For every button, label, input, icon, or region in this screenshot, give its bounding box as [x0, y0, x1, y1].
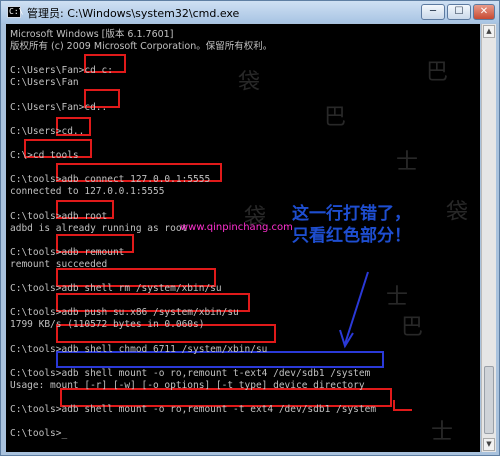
console-line: 1799 KB/s (110572 bytes in 0.060s) [10, 319, 205, 331]
console-output[interactable]: 袋 巴 士 袋 巴 士 袋 巴 士 Microsoft Windows [版本 … [6, 24, 480, 452]
scrollbar-thumb[interactable] [484, 366, 494, 434]
maximize-button[interactable]: ☐ [447, 4, 471, 20]
scroll-up-arrow-icon[interactable]: ▲ [483, 25, 495, 38]
watermark-url: www.qinpinchang.com [180, 222, 293, 233]
console-line: C:\tools>_ [10, 428, 68, 440]
console-line: remount succeeded [10, 258, 108, 270]
window-title: 管理员: C:\Windows\system32\cmd.exe [27, 7, 240, 20]
vertical-scrollbar[interactable]: ▲ ▼ [481, 24, 496, 452]
console-line: Usage: mount [-r] [-w] [-o options] [-t … [10, 379, 365, 391]
cmd-app-icon-text: C:\ [9, 7, 24, 16]
console-line: C:\tools>adb shell chmod 6711 /system/xb… [10, 343, 268, 355]
cmd-window: C:\ 管理员: C:\Windows\system32\cmd.exe ─ ☐… [0, 0, 500, 456]
console-line: C:\tools>adb shell mount -o ro,remount -… [10, 404, 377, 416]
minimize-button[interactable]: ─ [421, 4, 445, 20]
annotation-text-line1: 这一行打错了， [292, 204, 411, 224]
close-button[interactable]: ✕ [473, 4, 495, 20]
console-line: connected to 127.0.0.1:5555 [10, 186, 165, 198]
console-line: C:\>cd tools [10, 150, 79, 161]
console-line: adbd is already running as root [10, 222, 188, 234]
annotation-text-line2: 只看红色部分！ [292, 226, 411, 246]
console-line: C:\Users>cd.. [10, 125, 85, 137]
title-bar[interactable]: C:\ 管理员: C:\Windows\system32\cmd.exe ─ ☐… [1, 1, 499, 23]
console-line: 版权所有 (c) 2009 Microsoft Corporation。保留所有… [10, 41, 273, 53]
scroll-down-arrow-icon[interactable]: ▼ [483, 438, 495, 451]
console-line: C:\Users\Fan>cd.. [10, 101, 108, 113]
cmd-app-icon[interactable]: C:\ [7, 6, 24, 18]
console-line: C:\tools>adb shell rm /system/xbin/su [10, 283, 222, 295]
console-line: C:\Users\Fan [10, 77, 79, 89]
